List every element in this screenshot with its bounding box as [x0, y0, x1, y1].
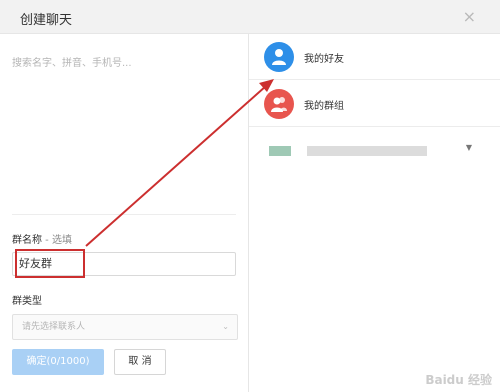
divider: [12, 214, 236, 215]
search-input[interactable]: 搜索名字、拼音、手机号...: [12, 54, 132, 69]
group-name-label-text: 群名称: [12, 235, 42, 246]
group-type-placeholder: 请先选择联系人: [22, 322, 86, 332]
watermark: Baidu 经验: [425, 373, 492, 387]
user-icon: [264, 42, 294, 72]
close-icon[interactable]: ×: [463, 7, 476, 26]
group-icon: [264, 89, 294, 119]
blurred-text: [307, 146, 427, 156]
group-name-label: 群名称 - 选填: [12, 231, 72, 246]
confirm-button[interactable]: 确定(0/1000): [12, 349, 104, 375]
list-item-label: 我的群组: [304, 101, 344, 112]
group-type-select[interactable]: 请先选择联系人 ⌄: [12, 314, 238, 340]
chevron-down-icon: ⌄: [222, 322, 229, 331]
blurred-avatar: [269, 146, 291, 156]
list-item-my-groups[interactable]: 我的群组: [249, 81, 500, 127]
right-pane: 我的好友 我的群组 ▼: [249, 34, 500, 392]
list-item-label: 我的好友: [304, 54, 344, 65]
group-type-label: 群类型: [12, 296, 42, 307]
left-pane: 搜索名字、拼音、手机号... 群名称 - 选填 好友群 群类型 请先选择联系人 …: [0, 34, 249, 392]
list-item-my-friends[interactable]: 我的好友: [249, 34, 500, 80]
dialog-title: 创建聊天: [20, 13, 73, 28]
optional-hint: - 选填: [42, 235, 72, 246]
blurred-contact-row[interactable]: ▼: [249, 129, 500, 174]
create-chat-dialog: 创建聊天 × 搜索名字、拼音、手机号... 群名称 - 选填 好友群 群类型 请…: [0, 0, 500, 392]
cancel-button[interactable]: 取 消: [114, 349, 166, 375]
group-name-input[interactable]: 好友群: [12, 252, 236, 276]
chevron-down-icon[interactable]: ▼: [466, 143, 472, 152]
dialog-header: 创建聊天 ×: [0, 0, 500, 34]
